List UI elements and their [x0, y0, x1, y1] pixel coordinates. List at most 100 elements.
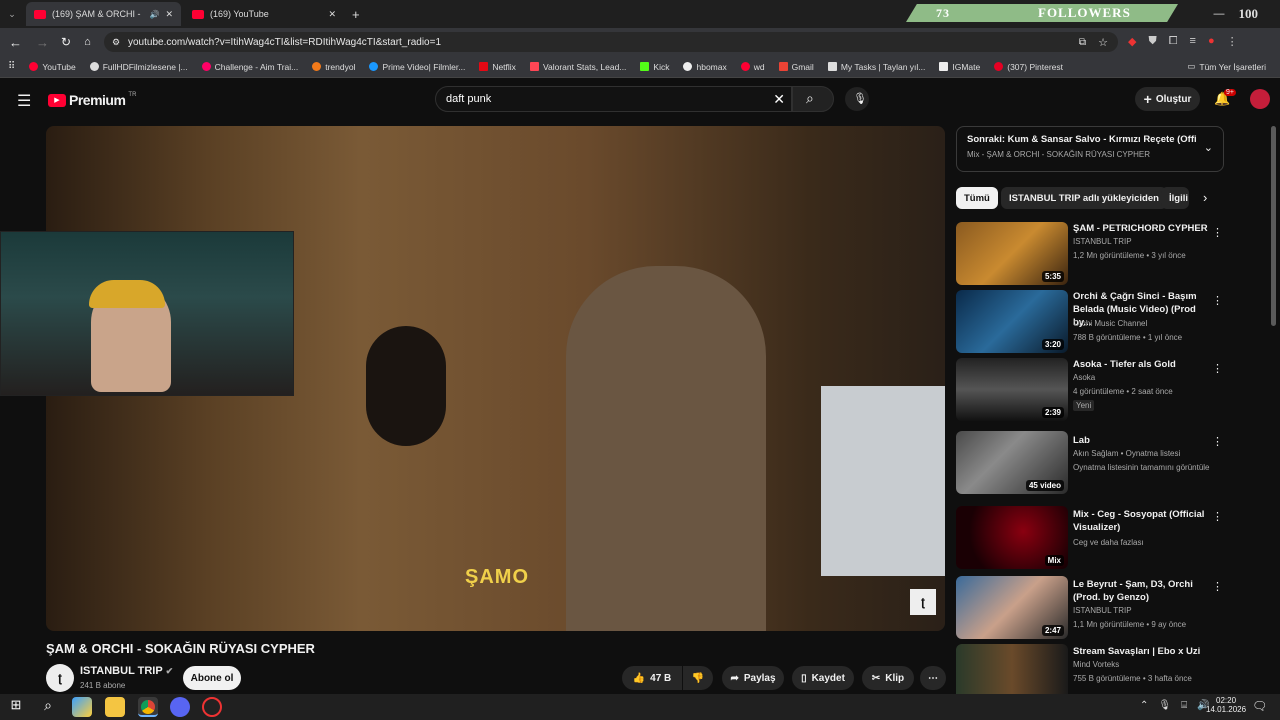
tab-search-button[interactable]: ⌄ [4, 2, 20, 26]
more-actions-button[interactable]: ⋯ [920, 666, 946, 690]
minimize-button[interactable]: — [1214, 8, 1225, 20]
notification-center-icon[interactable]: 🗨 [1252, 699, 1267, 713]
related-video-item[interactable]: 2:47 Le Beyrut - Şam, D3, Orchi (Prod. b… [956, 576, 1223, 639]
bookmark-gmail[interactable]: Gmail [778, 62, 814, 72]
obs-icon[interactable] [202, 697, 222, 717]
related-video-item[interactable]: Stream Savaşları | Ebo x Uzi Mind Vortek… [956, 644, 1216, 694]
search-icon[interactable]: ⌕ [38, 697, 58, 717]
view-full-playlist-link[interactable]: Oynatma listesinin tamamını görüntüle [1073, 463, 1210, 472]
bookmark-trendyol[interactable]: trendyol [312, 62, 355, 72]
shield-icon[interactable]: ⛊ [1148, 35, 1156, 48]
related-video-item[interactable]: 2:39 Asoka - Tiefer als Gold Asoka 4 gör… [956, 358, 1223, 421]
bookmark-youtube[interactable]: YouTube [29, 62, 76, 72]
clock[interactable]: 02:20 14.01.2026 [1206, 696, 1246, 714]
up-next-panel[interactable]: Sonraki: Kum & Sansar Salvo - Kırmızı Re… [956, 126, 1224, 172]
bookmark-star-icon[interactable]: ☆ [1098, 36, 1108, 49]
more-vert-icon[interactable]: ⋮ [1212, 510, 1223, 523]
close-tab-icon[interactable]: ✕ [328, 9, 336, 20]
chrome-icon[interactable] [138, 697, 158, 717]
bookmark-wd[interactable]: wd [740, 62, 765, 72]
hamburger-menu-icon[interactable]: ☰ [17, 91, 31, 111]
bookmark-prime[interactable]: Prime Video| Filmler... [369, 62, 465, 72]
profile-avatar-icon[interactable]: ● [1208, 35, 1215, 48]
playlist-item[interactable]: 45 video Lab Akın Sağlam • Oynatma liste… [956, 431, 1223, 494]
network-icon[interactable]: ⌸ [1181, 700, 1187, 711]
search-input[interactable]: daft punk ✕ [435, 86, 792, 112]
chip-all[interactable]: Tümü [956, 187, 998, 209]
like-button[interactable]: 👍 47 B [622, 666, 682, 690]
subscribe-button[interactable]: Abone ol [183, 666, 241, 690]
bookmark-mytasks[interactable]: My Tasks | Taylan yıl... [827, 62, 925, 72]
save-button[interactable]: ▯ Kaydet [792, 666, 854, 690]
bookmark-label: Tüm Yer İşaretleri [1199, 61, 1266, 72]
share-icon: ➦ [730, 672, 739, 684]
reload-icon[interactable]: ↻ [61, 35, 71, 49]
copilot-icon[interactable] [72, 697, 92, 717]
account-avatar[interactable] [1250, 89, 1270, 109]
puzzle-icon[interactable]: ⧠ [1169, 35, 1178, 48]
related-video-item[interactable]: 3:20 Orchi & Çağrı Sinci - Başım Belada … [956, 290, 1223, 353]
bookmark-valorant[interactable]: Valorant Stats, Lead... [529, 62, 626, 72]
youtube-premium-logo[interactable]: ▶ Premium TR [48, 92, 136, 108]
followers-goal: 100 [1238, 6, 1259, 21]
thumbs-down-icon: 👎 [691, 672, 705, 684]
bookmark-netflix[interactable]: Netflix [479, 62, 516, 72]
create-button[interactable]: + Oluştur [1135, 87, 1200, 111]
forward-icon[interactable]: → [36, 35, 49, 50]
menu-kebab-icon[interactable]: ⋮ [1227, 35, 1238, 48]
bookmark-hbomax[interactable]: hbomax [683, 62, 727, 72]
dislike-button[interactable]: 👎 [683, 666, 713, 690]
tab-youtube[interactable]: (169) YouTube ✕ [184, 2, 344, 26]
chip-related[interactable]: İlgili [1161, 187, 1189, 209]
search-button[interactable]: ⌕ [792, 86, 834, 112]
more-vert-icon[interactable]: ⋮ [1212, 580, 1223, 593]
media-icon[interactable]: ≡ [1190, 35, 1196, 48]
more-vert-icon[interactable]: ⋮ [1212, 435, 1223, 448]
bookmark-kick[interactable]: Kick [640, 62, 669, 72]
apps-grid-icon[interactable]: ⠿ [8, 61, 15, 72]
bookmark-aimtrainer[interactable]: Challenge - Aim Trai... [201, 62, 298, 72]
chevron-down-icon[interactable]: ⌄ [1204, 141, 1213, 154]
audio-icon[interactable]: 🔊 [149, 10, 159, 19]
address-bar[interactable]: ⚙ youtube.com/watch?v=ItihWag4cTI&list=R… [104, 32, 1118, 52]
install-app-icon[interactable]: ⧉ [1079, 37, 1086, 48]
all-bookmarks-folder[interactable]: ▭ Tüm Yer İşaretleri [1187, 61, 1266, 72]
chevron-right-icon[interactable]: › [1203, 190, 1207, 205]
channel-name-row[interactable]: ISTANBUL TRIP ✔ [80, 665, 173, 677]
more-vert-icon[interactable]: ⋮ [1212, 226, 1223, 239]
scrollbar-thumb[interactable] [1271, 126, 1276, 326]
more-vert-icon[interactable]: ⋮ [1212, 362, 1223, 375]
tasks-icon [827, 62, 837, 71]
chip-from-uploader[interactable]: ISTANBUL TRIP adlı yükleyiciden [1001, 187, 1167, 209]
home-icon[interactable]: ⌂ [84, 36, 91, 48]
channel-watermark-icon[interactable]: ʈ [910, 589, 936, 615]
discord-icon[interactable] [170, 697, 190, 717]
related-video-meta: 1,2 Mn görüntüleme • 3 yıl önce [1073, 251, 1186, 260]
more-vert-icon[interactable]: ⋮ [1212, 648, 1216, 661]
bookmark-igmate[interactable]: IGMate [939, 62, 980, 72]
valorant-icon [529, 62, 539, 71]
voice-search-button[interactable]: 🎙 [845, 87, 869, 111]
site-info-icon[interactable]: ⚙ [112, 37, 120, 48]
new-tab-button[interactable]: + [344, 2, 368, 26]
tray-chevron-icon[interactable]: ⌃ [1140, 700, 1148, 711]
bookmark-fullhd[interactable]: FullHDFilmizlesene |... [89, 62, 188, 72]
mix-thumbnail: Mix [956, 506, 1068, 569]
more-vert-icon[interactable]: ⋮ [1212, 294, 1223, 307]
windows-start-icon[interactable]: ⊞ [6, 697, 26, 717]
clip-button[interactable]: ✂ Klip [862, 666, 914, 690]
extension-red-icon[interactable]: ◆ [1128, 35, 1136, 48]
file-explorer-icon[interactable] [105, 697, 125, 717]
window-controls: — 100 [1214, 0, 1280, 28]
bookmark-pinterest[interactable]: (307) Pinterest [994, 62, 1063, 72]
clear-search-icon[interactable]: ✕ [773, 91, 785, 108]
channel-avatar[interactable]: ʈ [46, 664, 74, 692]
bookmarks-bar: ⠿ YouTube FullHDFilmizlesene |... Challe… [0, 56, 1280, 78]
microphone-tray-icon[interactable]: 🎙 [1158, 700, 1171, 711]
close-tab-icon[interactable]: ✕ [165, 9, 173, 20]
back-icon[interactable]: ← [9, 35, 22, 50]
mix-item[interactable]: Mix Mix - Ceg - Sosyopat (Official Visua… [956, 506, 1223, 569]
related-video-item[interactable]: 5:35 ŞAM - PETRICHORD CYPHER ISTANBUL TR… [956, 222, 1223, 285]
tab-active[interactable]: (169) ŞAM & ORCHI - SOK... 🔊 ✕ [26, 2, 181, 26]
share-button[interactable]: ➦ Paylaş [722, 666, 784, 690]
